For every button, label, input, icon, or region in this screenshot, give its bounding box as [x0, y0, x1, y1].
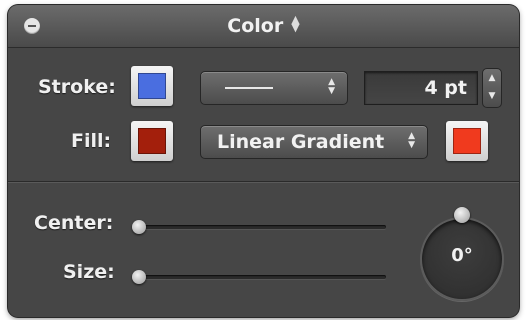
color-inspector-panel: Color ▲ ▼ Stroke: ▲ ▼ 4 pt ▲ ▼ Fill: Linear… — [8, 5, 519, 317]
stroke-color-well[interactable] — [131, 66, 173, 106]
stroke-label: Stroke: — [38, 76, 116, 98]
fill-type-popup[interactable]: Linear Gradient ▲ ▼ — [200, 125, 428, 159]
center-label: Center: — [34, 212, 114, 234]
stroke-style-popup[interactable]: ▲ ▼ — [200, 71, 348, 105]
center-slider-thumb[interactable] — [132, 220, 146, 234]
panel-title[interactable]: Color ▲ ▼ — [8, 13, 519, 37]
chevron-up-down-icon: ▲ ▼ — [291, 13, 300, 34]
size-slider[interactable] — [134, 275, 386, 279]
stroke-size-field[interactable]: 4 pt — [364, 71, 478, 105]
divider — [8, 181, 519, 182]
stroke-size-value: 4 pt — [424, 77, 467, 99]
size-slider-thumb[interactable] — [132, 270, 146, 284]
popup-arrows-icon: ▲ ▼ — [408, 131, 415, 150]
fill-color-well[interactable] — [131, 121, 173, 161]
stepper-up-icon[interactable]: ▲ — [483, 69, 501, 87]
gradient-end-color-swatch — [453, 128, 481, 154]
popup-arrows-icon: ▲ ▼ — [328, 77, 335, 96]
fill-color-swatch — [138, 128, 166, 154]
gradient-end-color-well[interactable] — [446, 121, 488, 161]
line-style-sample — [225, 87, 273, 89]
stroke-size-stepper[interactable]: ▲ ▼ — [482, 68, 502, 108]
stroke-color-swatch — [138, 73, 166, 99]
stepper-down-icon[interactable]: ▼ — [483, 87, 501, 105]
panel-title-label: Color — [227, 15, 284, 37]
size-label: Size: — [63, 261, 115, 283]
angle-dial-knob[interactable] — [454, 207, 470, 223]
angle-value: 0° — [451, 245, 473, 266]
center-slider[interactable] — [134, 225, 386, 229]
fill-label: Fill: — [71, 130, 112, 152]
title-bar[interactable]: Color ▲ ▼ — [8, 5, 519, 48]
fill-type-value: Linear Gradient — [217, 131, 385, 153]
